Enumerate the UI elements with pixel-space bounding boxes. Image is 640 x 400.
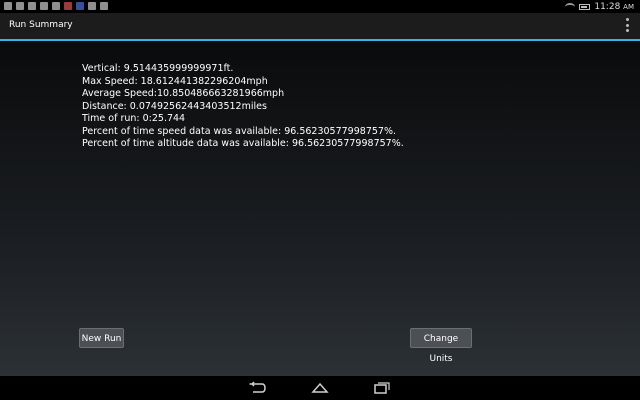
- distance-stat: Distance: 0.07492562443403512miles: [82, 100, 267, 112]
- app-icon: [88, 2, 96, 10]
- vertical-stat: Vertical: 9.514435999999971ft.: [82, 63, 234, 74]
- status-right: 11:28 AM: [565, 0, 634, 13]
- mail-icon: [28, 2, 36, 10]
- time-of-run-stat: Time of run: 0:25.744: [82, 113, 186, 124]
- notification-icons: [4, 2, 108, 10]
- average-speed-stat: Average Speed:10.850486663281966mph: [82, 88, 285, 99]
- notification-icon: [4, 2, 12, 10]
- app-icon: [64, 2, 72, 10]
- max-speed-stat: Max Speed: 18.612441382296204mph: [82, 75, 268, 87]
- navigation-bar: [0, 376, 640, 400]
- battery-icon: [579, 3, 591, 10]
- speed-availability-stat: Percent of time speed data was available…: [82, 125, 396, 137]
- run-summary-content: Vertical: 9.514435999999971ft. Max Speed…: [0, 41, 640, 376]
- run-stats: Vertical: 9.514435999999971ft. Max Speed…: [82, 63, 404, 151]
- status-bar: 11:28 AM: [0, 0, 640, 13]
- altitude-availability-stat: Percent of time altitude data was availa…: [82, 138, 404, 149]
- recent-apps-icon[interactable]: [373, 381, 391, 395]
- camera-icon: [100, 2, 108, 10]
- page-title: Run Summary: [9, 20, 73, 30]
- action-bar: Run Summary: [0, 13, 640, 41]
- home-icon[interactable]: [311, 381, 329, 395]
- overflow-menu-icon[interactable]: [624, 18, 630, 32]
- new-run-button[interactable]: New Run: [79, 328, 124, 348]
- download-icon: [52, 2, 60, 10]
- notification-icon: [16, 2, 24, 10]
- app-icon: [76, 2, 84, 10]
- clock: 11:28 AM: [594, 1, 634, 12]
- back-icon[interactable]: [248, 381, 266, 395]
- notification-icon: [40, 2, 48, 10]
- change-units-button[interactable]: Change Units: [410, 328, 472, 364]
- wifi-icon: [565, 2, 576, 11]
